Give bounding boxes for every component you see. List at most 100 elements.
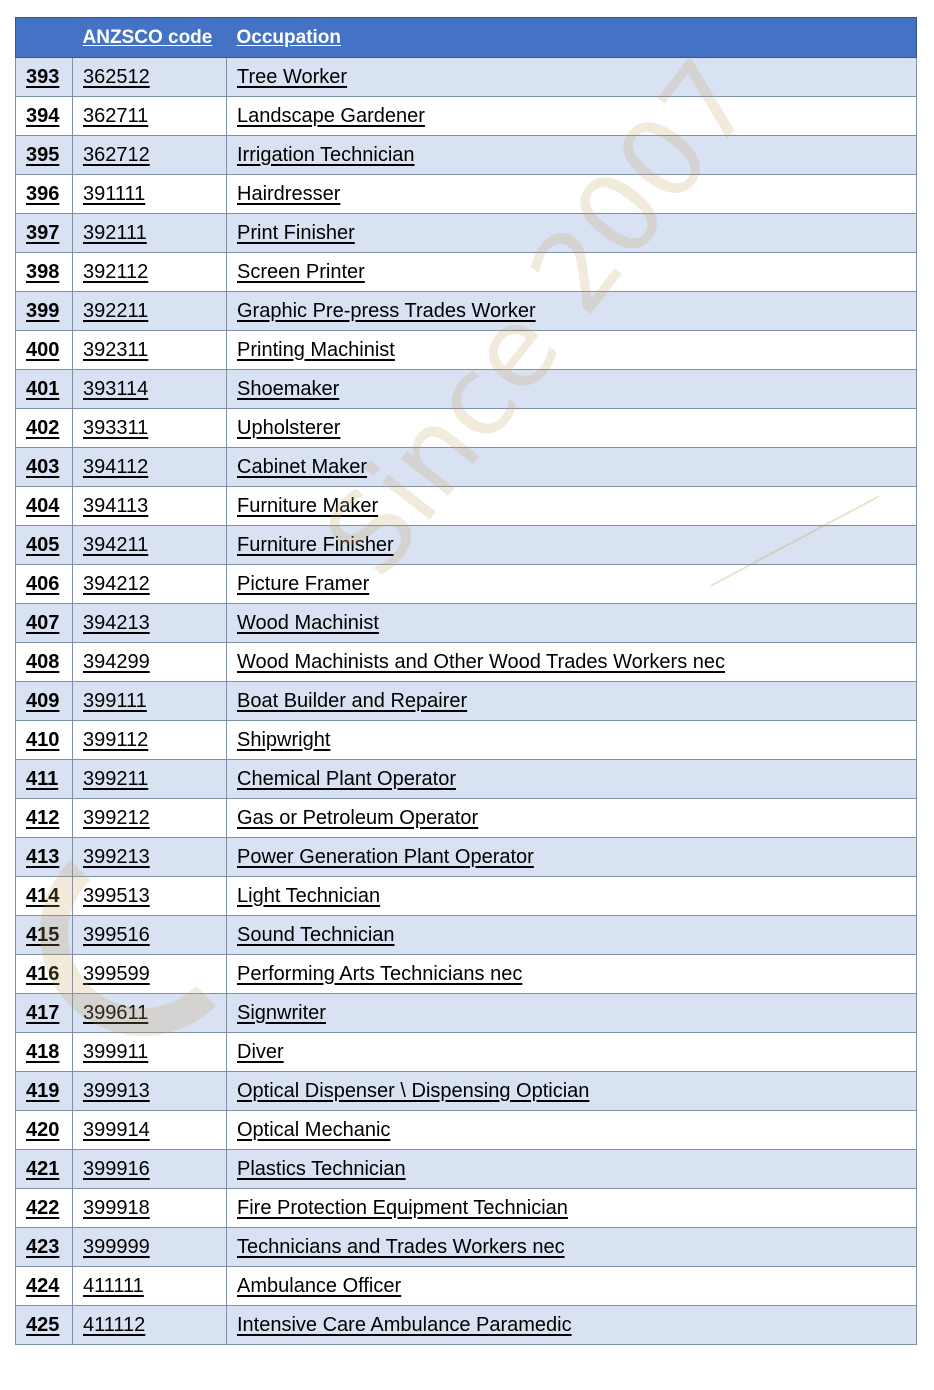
anzsco-code-link[interactable]: 399611 — [83, 1002, 148, 1024]
row-number-link[interactable]: 405 — [26, 534, 59, 556]
anzsco-code-link[interactable]: 394112 — [83, 456, 148, 478]
row-number-link[interactable]: 416 — [26, 963, 59, 985]
occupation-name-link[interactable]: Shoemaker — [237, 378, 339, 400]
row-number-link[interactable]: 422 — [26, 1197, 59, 1219]
anzsco-code-link[interactable]: 411112 — [83, 1314, 145, 1336]
row-number-link[interactable]: 414 — [26, 885, 59, 907]
anzsco-code-link[interactable]: 362712 — [83, 144, 150, 166]
row-number-link[interactable]: 400 — [26, 339, 59, 361]
row-number-link[interactable]: 411 — [26, 768, 58, 790]
row-number-link[interactable]: 395 — [26, 144, 59, 166]
occupation-name-link[interactable]: Chemical Plant Operator — [237, 768, 456, 790]
anzsco-code-link[interactable]: 362711 — [83, 105, 148, 127]
occupation-name-link[interactable]: Tree Worker — [237, 66, 347, 88]
header-occupation-label[interactable]: Occupation — [237, 27, 342, 48]
occupation-name-link[interactable]: Cabinet Maker — [237, 456, 367, 478]
anzsco-code-link[interactable]: 399599 — [83, 963, 150, 985]
anzsco-code-link[interactable]: 399211 — [83, 768, 148, 790]
row-number-link[interactable]: 408 — [26, 651, 59, 673]
row-number-link[interactable]: 404 — [26, 495, 59, 517]
row-number-link[interactable]: 415 — [26, 924, 59, 946]
occupation-name-link[interactable]: Boat Builder and Repairer — [237, 690, 467, 712]
occupation-name-link[interactable]: Fire Protection Equipment Technician — [237, 1197, 568, 1219]
occupation-name-link[interactable]: Intensive Care Ambulance Paramedic — [237, 1314, 572, 1336]
row-number-link[interactable]: 413 — [26, 846, 59, 868]
occupation-name-link[interactable]: Light Technician — [237, 885, 380, 907]
occupation-name-link[interactable]: Power Generation Plant Operator — [237, 846, 534, 868]
row-number-link[interactable]: 410 — [26, 729, 59, 751]
anzsco-code-link[interactable]: 411111 — [83, 1275, 144, 1297]
occupation-name-link[interactable]: Wood Machinist — [237, 612, 379, 634]
occupation-name-link[interactable]: Diver — [237, 1041, 284, 1063]
anzsco-code-link[interactable]: 399112 — [83, 729, 148, 751]
anzsco-code-link[interactable]: 399914 — [83, 1119, 150, 1141]
row-number-link[interactable]: 425 — [26, 1314, 59, 1336]
anzsco-code-link[interactable]: 399513 — [83, 885, 150, 907]
row-number-link[interactable]: 420 — [26, 1119, 59, 1141]
occupation-name-link[interactable]: Gas or Petroleum Operator — [237, 807, 478, 829]
row-number-link[interactable]: 417 — [26, 1002, 59, 1024]
anzsco-code-link[interactable]: 399213 — [83, 846, 150, 868]
occupation-name-link[interactable]: Shipwright — [237, 729, 330, 751]
anzsco-code-link[interactable]: 392211 — [83, 300, 148, 322]
row-number-link[interactable]: 403 — [26, 456, 59, 478]
row-number-link[interactable]: 421 — [26, 1158, 59, 1180]
occupation-name-link[interactable]: Technicians and Trades Workers nec — [237, 1236, 565, 1258]
occupation-name-link[interactable]: Print Finisher — [237, 222, 355, 244]
anzsco-code-link[interactable]: 394213 — [83, 612, 150, 634]
row-number-link[interactable]: 393 — [26, 66, 59, 88]
row-number-link[interactable]: 412 — [26, 807, 59, 829]
occupation-name-link[interactable]: Wood Machinists and Other Wood Trades Wo… — [237, 651, 725, 673]
anzsco-code-link[interactable]: 394212 — [83, 573, 150, 595]
row-number-link[interactable]: 423 — [26, 1236, 59, 1258]
occupation-name-link[interactable]: Performing Arts Technicians nec — [237, 963, 522, 985]
header-anzsco-code-label[interactable]: ANZSCO code — [83, 27, 213, 48]
anzsco-code-link[interactable]: 394299 — [83, 651, 150, 673]
occupation-name-link[interactable]: Screen Printer — [237, 261, 365, 283]
occupation-name-link[interactable]: Printing Machinist — [237, 339, 395, 361]
anzsco-code-link[interactable]: 394113 — [83, 495, 148, 517]
row-number-link[interactable]: 424 — [26, 1275, 59, 1297]
anzsco-code-link[interactable]: 399911 — [83, 1041, 148, 1063]
row-number-link[interactable]: 397 — [26, 222, 59, 244]
row-number-link[interactable]: 406 — [26, 573, 59, 595]
row-number-link[interactable]: 402 — [26, 417, 59, 439]
occupation-name-link[interactable]: Hairdresser — [237, 183, 340, 205]
occupation-name-link[interactable]: Irrigation Technician — [237, 144, 415, 166]
occupation-name-link[interactable]: Plastics Technician — [237, 1158, 406, 1180]
row-number-link[interactable]: 418 — [26, 1041, 59, 1063]
anzsco-code-link[interactable]: 399913 — [83, 1080, 150, 1102]
anzsco-code-link[interactable]: 399918 — [83, 1197, 150, 1219]
anzsco-code-link[interactable]: 399516 — [83, 924, 150, 946]
occupation-name-link[interactable]: Optical Dispenser \ Dispensing Optician — [237, 1080, 589, 1102]
row-number-link[interactable]: 409 — [26, 690, 59, 712]
occupation-name-link[interactable]: Landscape Gardener — [237, 105, 425, 127]
row-number-link[interactable]: 407 — [26, 612, 59, 634]
anzsco-code-link[interactable]: 399111 — [83, 690, 147, 712]
occupation-name-link[interactable]: Ambulance Officer — [237, 1275, 401, 1297]
occupation-name-link[interactable]: Sound Technician — [237, 924, 395, 946]
row-number-link[interactable]: 396 — [26, 183, 59, 205]
anzsco-code-link[interactable]: 393311 — [83, 417, 148, 439]
row-number-link[interactable]: 394 — [26, 105, 59, 127]
anzsco-code-link[interactable]: 392111 — [83, 222, 147, 244]
anzsco-code-link[interactable]: 393114 — [83, 378, 148, 400]
occupation-name-link[interactable]: Optical Mechanic — [237, 1119, 390, 1141]
anzsco-code-link[interactable]: 399999 — [83, 1236, 150, 1258]
anzsco-code-link[interactable]: 399916 — [83, 1158, 150, 1180]
anzsco-code-link[interactable]: 391111 — [83, 183, 145, 205]
anzsco-code-link[interactable]: 399212 — [83, 807, 150, 829]
anzsco-code-link[interactable]: 392112 — [83, 261, 148, 283]
anzsco-code-link[interactable]: 392311 — [83, 339, 148, 361]
occupation-name-link[interactable]: Furniture Maker — [237, 495, 378, 517]
occupation-name-link[interactable]: Furniture Finisher — [237, 534, 394, 556]
occupation-name-link[interactable]: Graphic Pre-press Trades Worker — [237, 300, 536, 322]
row-number-link[interactable]: 398 — [26, 261, 59, 283]
occupation-name-link[interactable]: Picture Framer — [237, 573, 369, 595]
row-number-link[interactable]: 419 — [26, 1080, 59, 1102]
occupation-name-link[interactable]: Signwriter — [237, 1002, 326, 1024]
anzsco-code-link[interactable]: 394211 — [83, 534, 148, 556]
anzsco-code-link[interactable]: 362512 — [83, 66, 150, 88]
occupation-name-link[interactable]: Upholsterer — [237, 417, 340, 439]
row-number-link[interactable]: 399 — [26, 300, 59, 322]
